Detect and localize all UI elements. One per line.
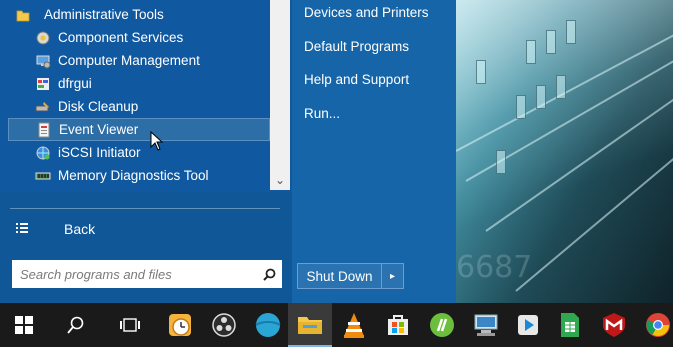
back-label: Back [64, 221, 96, 237]
taskbar-app-vlc[interactable] [332, 303, 376, 347]
chevron-down-icon: ⌄ [274, 173, 286, 187]
program-label: Computer Management [58, 53, 200, 68]
link-label: Run... [304, 105, 341, 121]
taskbar-search-button[interactable] [54, 303, 98, 347]
taskbar-app-green[interactable] [420, 303, 464, 347]
vlc-icon [344, 313, 364, 338]
program-label: Component Services [58, 30, 184, 45]
program-label: dfrgui [58, 76, 92, 91]
spreadsheet-icon [561, 313, 579, 337]
start-button[interactable] [2, 303, 46, 347]
shutdown-button[interactable]: Shut Down [297, 263, 382, 289]
computer-app-icon [474, 314, 498, 336]
taskbar-app-media-player[interactable] [506, 303, 550, 347]
shutdown-label: Shut Down [306, 268, 373, 284]
taskbar-app-chrome[interactable] [636, 303, 673, 347]
link-run[interactable]: Run... [304, 102, 340, 124]
shutdown-group: Shut Down ▸ [297, 263, 404, 289]
desktop-wallpaper: 6687 [456, 0, 673, 303]
back-button[interactable]: Back [8, 217, 278, 241]
component-services-icon [34, 29, 52, 47]
link-help-and-support[interactable]: Help and Support [304, 68, 409, 90]
program-label: iSCSI Initiator [58, 145, 141, 160]
program-dfrgui[interactable]: dfrgui [8, 72, 270, 95]
search-icon [67, 316, 84, 334]
programs-list: Administrative Tools Component Services … [0, 0, 292, 192]
back-icon [16, 221, 30, 237]
taskbar-app-file-explorer[interactable] [288, 303, 332, 347]
taskbar-app-clock[interactable] [158, 303, 202, 347]
search-input[interactable] [12, 261, 256, 287]
search-icon[interactable] [256, 261, 282, 287]
file-explorer-icon [298, 317, 322, 334]
mouse-cursor-icon [150, 131, 164, 151]
link-label: Default Programs [304, 38, 410, 54]
taskbar-app-globe[interactable] [246, 303, 290, 347]
scroll-down-button[interactable]: ⌄ [270, 170, 290, 190]
globe-app-icon [255, 313, 281, 337]
link-devices-and-printers[interactable]: Devices and Printers [304, 1, 429, 23]
taskbar-app-spreadsheet[interactable] [548, 303, 592, 347]
memory-diagnostics-icon [34, 167, 52, 185]
program-computer-management[interactable]: Computer Management [8, 49, 270, 72]
folder-label: Administrative Tools [44, 7, 164, 22]
program-label: Event Viewer [59, 122, 139, 137]
programs-scrollbar[interactable]: ⌄ [270, 0, 290, 190]
program-memory-diagnostics[interactable]: Memory Diagnostics Tool [8, 164, 270, 187]
store-icon [388, 315, 408, 335]
program-iscsi-initiator[interactable]: iSCSI Initiator [8, 141, 270, 164]
chrome-icon [646, 313, 670, 337]
dfrgui-icon [34, 75, 52, 93]
taskbar-app-store[interactable] [376, 303, 420, 347]
program-label: Disk Cleanup [58, 99, 139, 114]
mcafee-icon [603, 313, 625, 337]
start-menu: Administrative Tools Component Services … [0, 0, 456, 303]
disk-cleanup-icon [34, 98, 52, 116]
task-view-icon [120, 318, 140, 332]
taskbar-app-mcafee[interactable] [592, 303, 636, 347]
obs-icon [212, 313, 236, 337]
clock-app-icon [169, 314, 191, 336]
search-box[interactable] [12, 260, 282, 288]
iscsi-initiator-icon [34, 144, 52, 162]
media-player-icon [518, 315, 538, 335]
task-view-button[interactable] [108, 303, 152, 347]
program-event-viewer[interactable]: Event Viewer [8, 118, 270, 141]
link-label: Help and Support [304, 71, 410, 87]
taskbar-app-computer[interactable] [464, 303, 508, 347]
link-label: Devices and Printers [304, 4, 429, 20]
menu-divider [10, 208, 280, 209]
program-label: Memory Diagnostics Tool [58, 168, 209, 183]
taskbar [0, 303, 673, 347]
chevron-right-icon: ▸ [389, 270, 396, 282]
program-component-services[interactable]: Component Services [8, 26, 270, 49]
folder-administrative-tools[interactable]: Administrative Tools [8, 3, 270, 26]
start-menu-left-pane: Administrative Tools Component Services … [0, 0, 292, 303]
shutdown-options-button[interactable]: ▸ [382, 263, 404, 289]
taskbar-app-obs[interactable] [202, 303, 246, 347]
computer-management-icon [34, 52, 52, 70]
start-icon [15, 316, 33, 334]
folder-icon [14, 6, 32, 24]
event-viewer-icon [35, 121, 53, 139]
green-app-icon [430, 313, 454, 337]
link-default-programs[interactable]: Default Programs [304, 35, 409, 57]
program-disk-cleanup[interactable]: Disk Cleanup [8, 95, 270, 118]
